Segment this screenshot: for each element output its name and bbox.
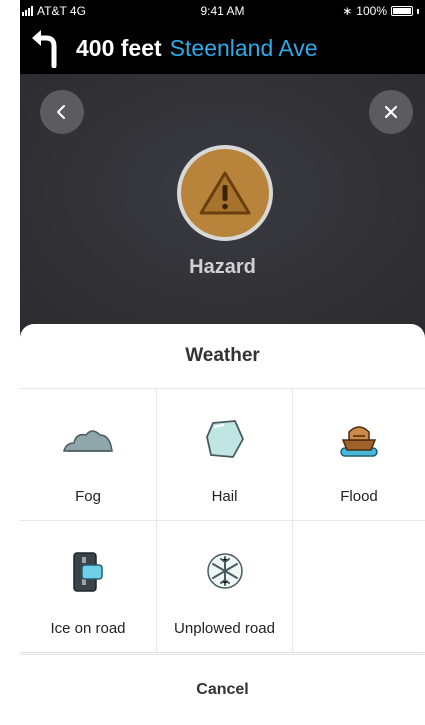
option-label: Ice on road: [50, 620, 126, 637]
weather-options-grid: Fog Hail Flood Ice on road Unplowed road: [20, 388, 425, 653]
option-hail[interactable]: Hail: [157, 389, 293, 521]
navigation-banner[interactable]: 400 feet Steenland Ave: [20, 22, 425, 74]
hazard-category-badge: [177, 145, 273, 241]
option-label: Flood: [340, 488, 378, 505]
battery-tip: [417, 8, 419, 14]
option-label: Unplowed road: [174, 620, 275, 637]
status-right: ∗ 100%: [342, 4, 419, 18]
option-label: Hail: [211, 488, 238, 505]
option-ice-on-road[interactable]: Ice on road: [20, 521, 157, 653]
fog-cloud-icon: [60, 417, 116, 461]
option-label: Fog: [75, 488, 101, 505]
cancel-button[interactable]: Cancel: [20, 654, 425, 725]
phone-screen: AT&T 4G 9:41 AM ∗ 100% 400 feet Steenlan…: [20, 0, 425, 725]
snowflake-icon: [197, 549, 253, 593]
chevron-left-icon: [57, 105, 65, 119]
option-flood[interactable]: Flood: [293, 389, 425, 521]
empty-cell: [293, 521, 425, 653]
hail-ice-icon: [197, 417, 253, 461]
flood-ark-icon: [331, 417, 387, 461]
option-unplowed-road[interactable]: Unplowed road: [157, 521, 293, 653]
close-icon: [384, 105, 398, 119]
close-button[interactable]: [369, 90, 413, 134]
back-button[interactable]: [40, 90, 84, 134]
category-label: Hazard: [189, 256, 256, 278]
battery-label: 100%: [356, 4, 387, 18]
street-name: Steenland Ave: [169, 34, 318, 61]
bluetooth-icon: ∗: [342, 4, 353, 18]
ice-on-road-icon: [60, 549, 116, 593]
sheet-title: Weather: [185, 345, 260, 366]
option-fog[interactable]: Fog: [20, 389, 157, 521]
battery-icon: [391, 6, 413, 16]
warning-triangle-icon: [199, 171, 251, 215]
weather-bottom-sheet: Weather Fog Hail Flood Ice on road Unplo…: [20, 324, 425, 725]
turn-left-arrow-icon: [32, 30, 57, 68]
status-bar: AT&T 4G 9:41 AM ∗ 100%: [20, 0, 425, 22]
turn-distance: 400 feet: [76, 34, 162, 61]
